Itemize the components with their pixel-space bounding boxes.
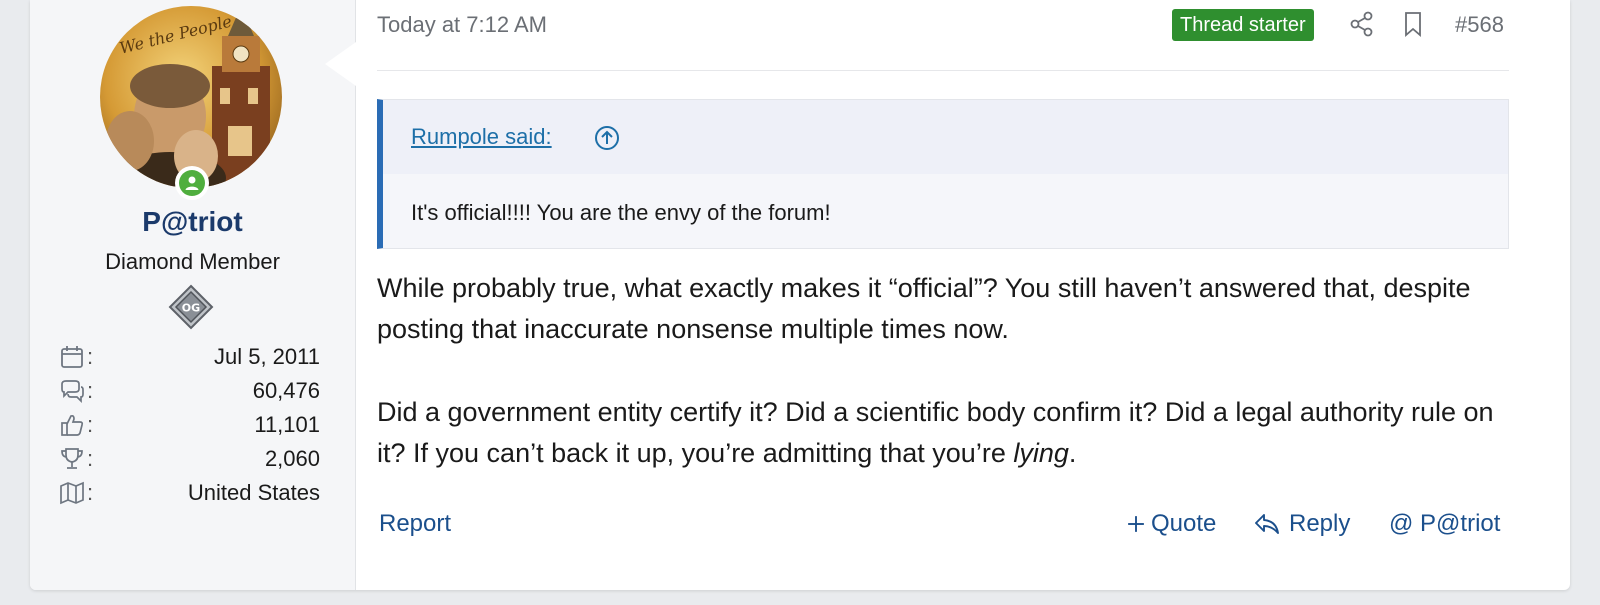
stat-points: : 2,060: [58, 442, 320, 476]
quote-header: Rumpole said:: [383, 100, 1508, 174]
user-icon: [185, 176, 199, 190]
emphasis-text: lying: [1013, 438, 1069, 468]
stat-value: 2,060: [264, 446, 320, 471]
post-paragraph: While probably true, what exactly makes …: [377, 273, 1471, 344]
reply-button[interactable]: Reply: [1253, 510, 1350, 538]
avatar[interactable]: We the People: [100, 6, 282, 188]
post-card: We the People P@triot Diamond Member OG …: [30, 0, 1570, 590]
quote-block: Rumpole said: It's official!!!! You are …: [377, 99, 1509, 249]
stat-messages: : 60,476: [58, 374, 320, 408]
avatar-image: We the People: [100, 6, 282, 188]
thread-starter-badge: Thread starter: [1172, 9, 1314, 41]
badge-text: OG: [182, 302, 200, 315]
user-arrow: [325, 42, 356, 86]
stat-value: 60,476: [252, 378, 320, 403]
og-badge-icon: OG: [168, 284, 214, 330]
plus-icon: [1128, 516, 1144, 532]
user-stats: : Jul 5, 2011 : 60,476: 11,101: 2,060 …: [58, 340, 320, 510]
post-header: Today at 7:12 AM Thread starter #568: [377, 0, 1509, 71]
quote-author-link[interactable]: Rumpole said:: [411, 124, 552, 150]
user-title: Diamond Member: [105, 249, 280, 274]
post-number[interactable]: #568: [1455, 12, 1504, 38]
stat-reactions: : 11,101: [58, 408, 320, 442]
quote-text: It's official!!!! You are the envy of th…: [411, 200, 831, 225]
user-sidebar: We the People P@triot Diamond Member OG …: [30, 0, 356, 590]
reply-icon: [1255, 514, 1279, 534]
share-icon[interactable]: [1347, 8, 1377, 40]
reply-label: Reply: [1289, 510, 1351, 537]
calendar-icon: [61, 346, 83, 368]
map-icon: [60, 481, 84, 505]
quote-label: Quote: [1151, 510, 1217, 537]
post-actions: Report Quote Reply @ P@triot: [377, 510, 1509, 546]
post-paragraph: Did a government entity certify it? Did …: [377, 397, 1494, 468]
mention-button[interactable]: @ P@triot: [1389, 510, 1500, 538]
stat-value: Jul 5, 2011: [213, 344, 320, 369]
username[interactable]: P@triot: [30, 206, 355, 238]
stat-value: 11,101: [254, 412, 320, 437]
report-link[interactable]: Report: [379, 510, 451, 538]
quote-button[interactable]: Quote: [1125, 510, 1216, 538]
post-body: While probably true, what exactly makes …: [377, 268, 1517, 516]
jump-to-quote-icon[interactable]: [593, 124, 621, 152]
bookmark-icon[interactable]: [1398, 8, 1428, 40]
stat-joined: : Jul 5, 2011: [58, 340, 320, 374]
messages-icon: [61, 380, 84, 404]
stat-location: : United States: [58, 476, 320, 510]
stat-value: United States: [187, 480, 320, 505]
thumbs-up-icon: [61, 414, 84, 436]
online-status-indicator: [175, 166, 209, 200]
trophy-icon: [61, 448, 83, 469]
post-timestamp[interactable]: Today at 7:12 AM: [377, 12, 547, 38]
